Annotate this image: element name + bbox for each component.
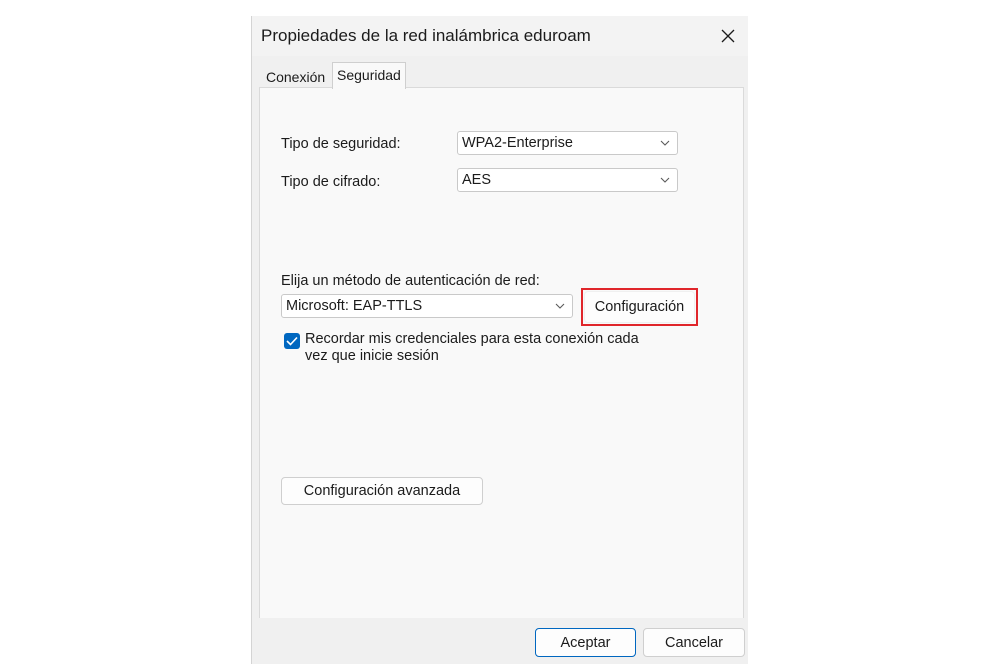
remember-credentials-checkbox[interactable] — [284, 333, 300, 349]
security-type-select[interactable]: WPA2-Enterprise — [457, 131, 678, 155]
close-icon — [721, 29, 735, 43]
encryption-type-select[interactable]: AES — [457, 168, 678, 192]
ok-button[interactable]: Aceptar — [535, 628, 636, 657]
auth-method-value: Microsoft: EAP-TTLS — [286, 298, 423, 314]
tab-strip: Conexión Seguridad — [252, 62, 748, 89]
dialog-title: Propiedades de la red inalámbrica eduroa… — [261, 26, 591, 45]
chevron-down-icon — [660, 140, 670, 146]
close-button[interactable] — [708, 16, 748, 56]
tab-conexion[interactable]: Conexión — [262, 66, 329, 88]
title-bar: Propiedades de la red inalámbrica eduroa… — [252, 16, 748, 56]
settings-button[interactable]: Configuración — [584, 291, 695, 323]
auth-method-label: Elija un método de autenticación de red: — [281, 273, 540, 289]
dialog-footer: Aceptar Cancelar — [252, 618, 748, 664]
security-type-label: Tipo de seguridad: — [281, 136, 401, 152]
security-type-value: WPA2-Enterprise — [462, 135, 573, 151]
encryption-type-value: AES — [462, 172, 492, 188]
cancel-button[interactable]: Cancelar — [643, 628, 745, 657]
chevron-down-icon — [660, 177, 670, 183]
chevron-down-icon — [555, 303, 565, 309]
auth-method-select[interactable]: Microsoft: EAP-TTLS — [281, 294, 573, 318]
encryption-type-label: Tipo de cifrado: — [281, 174, 381, 190]
checkmark-icon — [286, 336, 298, 346]
security-tab-panel: Tipo de seguridad: WPA2-Enterprise Tipo … — [259, 87, 744, 619]
wireless-properties-dialog: Propiedades de la red inalámbrica eduroa… — [251, 16, 748, 664]
remember-credentials-label: Recordar mis credenciales para esta cone… — [305, 331, 639, 364]
advanced-settings-button[interactable]: Configuración avanzada — [281, 477, 483, 505]
settings-highlight: Configuración — [581, 288, 698, 326]
tab-seguridad[interactable]: Seguridad — [332, 62, 406, 89]
